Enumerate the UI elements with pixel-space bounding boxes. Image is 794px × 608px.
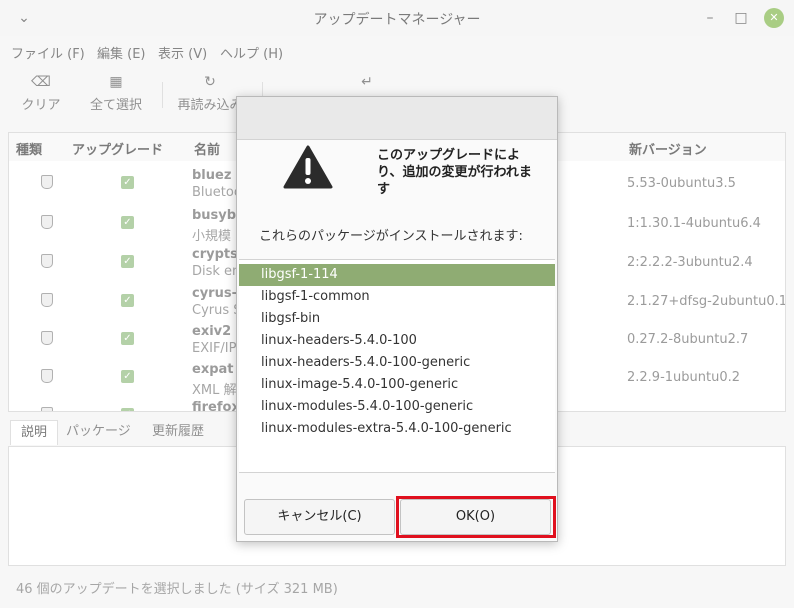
upgrade-changes-dialog: このアップグレードにより、追加の変更が行われます これらのパッケージがインストー… — [236, 96, 558, 542]
dialog-heading: このアップグレードにより、追加の変更が行われます — [377, 148, 532, 197]
dialog-title-bar — [237, 97, 557, 140]
package-list: libgsf-1-114 libgsf-1-common libgsf-bin … — [239, 259, 555, 473]
list-item[interactable]: libgsf-1-common — [239, 286, 555, 308]
ok-button-highlight — [396, 496, 556, 538]
list-item[interactable]: linux-headers-5.4.0-100 — [239, 330, 555, 352]
list-item[interactable]: libgsf-1-114 — [239, 264, 555, 286]
warning-icon — [283, 145, 333, 189]
list-item[interactable]: libgsf-bin — [239, 308, 555, 330]
dialog-subheading: これらのパッケージがインストールされます: — [259, 229, 523, 244]
list-item[interactable]: linux-modules-5.4.0-100-generic — [239, 396, 555, 418]
list-item[interactable]: linux-headers-5.4.0-100-generic — [239, 352, 555, 374]
cancel-button[interactable]: キャンセル(C) — [244, 499, 395, 535]
list-item[interactable]: linux-image-5.4.0-100-generic — [239, 374, 555, 396]
list-item[interactable]: linux-modules-extra-5.4.0-100-generic — [239, 418, 555, 440]
